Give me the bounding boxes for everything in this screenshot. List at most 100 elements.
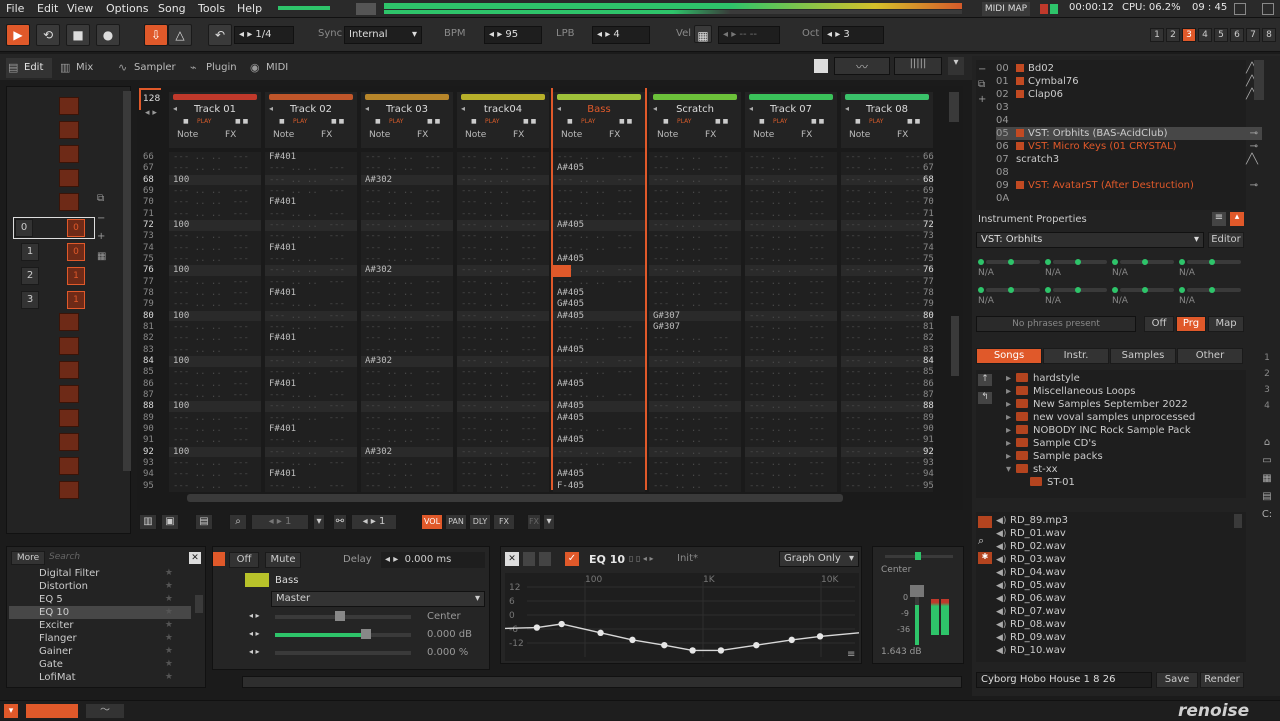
eq-band-point[interactable] (717, 647, 725, 654)
instrument-row[interactable]: 06 VST: Micro Keys (01 CRYSTAL) ⊸ (996, 140, 1262, 153)
file-item[interactable]: ◀) RD_09.wav (996, 631, 1256, 644)
track-header[interactable]: Track 07 ◂ PLAY ■ ■ ■ Note FX (745, 92, 837, 148)
pattern-line[interactable]: --- .. .. --- (649, 424, 741, 435)
folder-item[interactable]: ▸ Sample CD's (1006, 437, 1266, 450)
pattern-line[interactable]: --- .. .. --- (841, 197, 933, 208)
octave-key-5[interactable]: 5 (1214, 28, 1228, 42)
pattern-step-field[interactable]: ◂ ▸ 1 (351, 514, 397, 530)
pattern-line[interactable]: --- .. .. --- (841, 481, 933, 492)
octave-key-6[interactable]: 6 (1230, 28, 1244, 42)
dsp-item[interactable]: Digital Filter ★ (9, 567, 191, 580)
pattern-line[interactable]: --- .. .. --- (169, 333, 261, 344)
file-item[interactable]: ◀) RD_01.wav (996, 527, 1256, 540)
pattern-line[interactable]: --- .. .. --- (745, 310, 837, 322)
sequencer-slot[interactable] (59, 409, 79, 427)
folder-expand-icon[interactable]: ▸ (1006, 424, 1016, 437)
chevron-down-icon[interactable]: ▾ (543, 514, 555, 530)
pattern-line[interactable]: --- .. .. --- (265, 163, 357, 174)
pattern-line[interactable]: --- .. .. --- (169, 231, 261, 242)
pattern-line[interactable]: --- .. .. --- (361, 367, 453, 378)
pattern-line[interactable]: --- .. .. --- (361, 322, 453, 333)
velocity-field[interactable]: ◂ ▸ -- -- (718, 26, 780, 44)
pattern-line[interactable]: --- .. .. --- (169, 243, 261, 254)
menu-tools[interactable]: Tools (198, 2, 225, 15)
pattern-line[interactable]: --- .. .. --- (265, 254, 357, 265)
sequencer-pattern-index[interactable]: 0 (67, 219, 85, 237)
track-collapse-icon[interactable]: ◂ (269, 104, 273, 113)
pattern-line[interactable]: --- .. .. --- (841, 186, 933, 197)
sequencer-slot[interactable] (59, 457, 79, 475)
pattern-line[interactable]: --- .. .. --- (745, 345, 837, 356)
dsp-item[interactable]: Exciter ★ (9, 619, 191, 632)
pattern-line[interactable]: --- .. .. --- (649, 413, 741, 424)
pattern-line[interactable]: --- .. .. --- (841, 322, 933, 333)
pattern-line[interactable]: --- .. .. --- (457, 197, 549, 208)
folder-item[interactable]: ▾ st-xx (1006, 463, 1266, 476)
pattern-line[interactable]: --- .. .. --- (649, 277, 741, 288)
close-icon[interactable]: ✕ (189, 552, 201, 564)
star-icon[interactable]: ★ (165, 581, 173, 591)
menu-view[interactable]: View (67, 2, 93, 15)
lpb-field[interactable]: ◂ ▸ 4 (592, 26, 650, 44)
folder-item[interactable]: ▸ Miscellaneous Loops (1006, 385, 1266, 398)
folder-item[interactable]: ST-01 (1030, 476, 1280, 489)
pattern-line[interactable]: --- .. .. --- (361, 469, 453, 480)
pattern-line[interactable]: --- .. .. --- (841, 379, 933, 390)
eq-band-point[interactable] (558, 620, 565, 628)
sequencer-slot[interactable] (59, 145, 79, 163)
file-item[interactable]: ◀) RD_03.wav (996, 553, 1256, 566)
file-item[interactable]: ◀) RD_05.wav (996, 579, 1256, 592)
pattern-line[interactable]: --- .. .. --- (745, 254, 837, 265)
device-chain-scrollbar[interactable] (242, 676, 962, 688)
track-header[interactable]: Track 03 ◂ PLAY ■ ■ ■ Note FX (361, 92, 453, 148)
pattern-line[interactable]: --- .. .. --- (649, 254, 741, 265)
menu-icon[interactable]: ≡ (1212, 212, 1226, 226)
volume-stepper[interactable]: ◂ ▸ (249, 627, 265, 641)
pan-stepper[interactable]: ◂ ▸ (249, 609, 265, 623)
menu-file[interactable]: File (6, 2, 24, 15)
pattern-line[interactable]: --- .. .. --- (169, 413, 261, 424)
browser-tab-instr[interactable]: Instr. (1043, 348, 1109, 364)
pattern-line[interactable]: --- .. .. --- (841, 209, 933, 220)
pattern-line[interactable]: --- .. .. --- (457, 277, 549, 288)
pattern-line[interactable]: --- .. .. --- (841, 390, 933, 401)
width-slider[interactable] (275, 651, 411, 655)
solo-icon[interactable]: ■ ■ (907, 118, 920, 125)
pattern-line[interactable]: --- .. .. --- (457, 310, 549, 322)
desktop-icon[interactable]: ▭ (1262, 455, 1271, 466)
automation-toggle-icon[interactable]: 〜 (86, 704, 124, 718)
pattern-line[interactable]: --- .. .. --- (169, 288, 261, 299)
sequencer-row-number[interactable]: 2 (21, 267, 39, 285)
pattern-line[interactable]: --- .. .. --- (649, 186, 741, 197)
pattern-line[interactable]: F#401 (265, 379, 357, 390)
pattern-line[interactable]: --- .. .. --- (745, 446, 837, 458)
macro-handle[interactable] (1075, 259, 1081, 265)
search-icon[interactable]: ⌕ (978, 534, 984, 548)
pattern-line[interactable]: --- .. .. --- (265, 345, 357, 356)
pattern-line[interactable]: --- .. .. --- (649, 458, 741, 469)
browser-tab-samples[interactable]: Samples (1110, 348, 1176, 364)
macro-handle[interactable] (1008, 287, 1014, 293)
pattern-line[interactable]: --- .. .. --- (745, 231, 837, 242)
instrument-row[interactable]: 08 (996, 166, 1262, 179)
pattern-line[interactable]: --- .. .. --- (457, 265, 549, 277)
pattern-line[interactable]: --- .. .. --- (169, 186, 261, 197)
pattern-line[interactable]: --- .. .. --- (265, 299, 357, 310)
loop-pattern-button[interactable]: ⟲ (36, 24, 60, 46)
fx-column-button[interactable]: FX (493, 514, 515, 530)
pattern-line[interactable]: --- .. .. --- (745, 469, 837, 480)
pattern-line[interactable]: F#401 (265, 424, 357, 435)
sequencer-slot[interactable] (59, 193, 79, 211)
tab-mix[interactable]: ▥ Mix (58, 58, 98, 78)
macro-knob[interactable] (1179, 259, 1185, 265)
sequencer-slot[interactable] (59, 169, 79, 187)
pattern-line[interactable]: --- .. .. --- (649, 367, 741, 378)
macro-handle[interactable] (1142, 287, 1148, 293)
tab-edit[interactable]: ▤ Edit (6, 58, 52, 78)
file-item[interactable]: ◀) RD_89.mp3 (996, 514, 1256, 527)
pattern-line[interactable]: --- .. .. --- (169, 299, 261, 310)
dsp-item[interactable]: Distortion ★ (9, 580, 191, 593)
sequencer-scrollbar[interactable] (123, 91, 131, 471)
pan-slider-handle[interactable] (335, 611, 345, 621)
menu-help[interactable]: Help (237, 2, 262, 15)
